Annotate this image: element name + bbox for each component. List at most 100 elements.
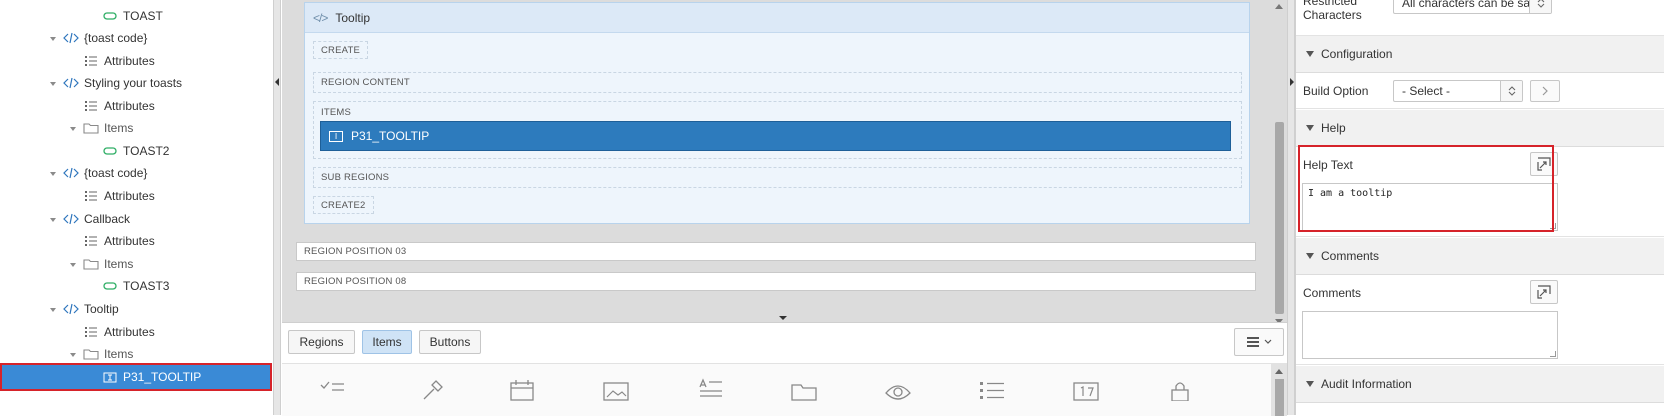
folder-icon bbox=[83, 347, 99, 361]
checkbox-list-icon[interactable] bbox=[318, 377, 346, 401]
tree-node-toast[interactable]: TOAST bbox=[102, 6, 163, 26]
section-configuration[interactable]: Configuration bbox=[1296, 36, 1664, 73]
number-field-icon[interactable] bbox=[1072, 377, 1100, 401]
position-create2[interactable]: CREATE2 bbox=[313, 196, 374, 214]
tree-node-toast2[interactable]: TOAST2 bbox=[102, 141, 169, 161]
collapse-arrow-icon[interactable] bbox=[68, 124, 78, 134]
section-audit-information[interactable]: Audit Information bbox=[1296, 366, 1664, 403]
tree-node-styling-your-toasts[interactable]: Styling your toasts bbox=[63, 73, 182, 93]
collapse-arrow-icon[interactable] bbox=[48, 79, 58, 89]
text-field-icon: I bbox=[329, 130, 343, 142]
color-picker-icon[interactable] bbox=[418, 377, 446, 401]
spinner-icon bbox=[1529, 0, 1551, 13]
collapse-triangle-icon bbox=[1306, 51, 1314, 57]
position-region-content[interactable]: REGION CONTENT bbox=[313, 72, 1242, 93]
folder-icon[interactable] bbox=[790, 377, 818, 401]
tree-node-label: TOAST2 bbox=[123, 144, 170, 158]
tree-node-items[interactable]: Items bbox=[83, 254, 133, 274]
hidden-icon[interactable] bbox=[884, 377, 912, 401]
code-icon bbox=[63, 76, 79, 90]
build-option-go-button[interactable] bbox=[1530, 80, 1560, 102]
date-picker-icon[interactable] bbox=[508, 377, 536, 401]
region-position-03[interactable]: REGION POSITION 03 bbox=[296, 242, 1256, 261]
item-p31-tooltip[interactable]: I P31_TOOLTIP bbox=[320, 121, 1231, 151]
property-label: Restricted Characters bbox=[1303, 0, 1362, 22]
gallery-scrollbar[interactable] bbox=[1271, 363, 1287, 416]
spinner-icon bbox=[1500, 81, 1522, 101]
scroll-up-arrow-icon[interactable] bbox=[1275, 369, 1283, 374]
tree-node-attributes[interactable]: Attributes bbox=[83, 231, 155, 251]
property-label: Build Option bbox=[1303, 84, 1369, 98]
text-field-icon bbox=[102, 370, 118, 384]
tree-node-label: Items bbox=[104, 257, 134, 271]
textarea-value: I am a tooltip bbox=[1308, 188, 1393, 199]
tree-node-attributes[interactable]: Attributes bbox=[83, 186, 155, 206]
component-tree[interactable]: TOAST {toast code} Attributes Styling yo… bbox=[0, 0, 274, 415]
collapse-left-arrow-icon[interactable] bbox=[275, 78, 279, 86]
tree-node-attributes[interactable]: Attributes bbox=[83, 51, 155, 71]
scroll-up-arrow-icon[interactable] bbox=[1275, 4, 1283, 9]
right-splitter[interactable] bbox=[1287, 0, 1295, 415]
collapse-triangle-icon bbox=[1306, 381, 1314, 387]
position-label: ITEMS bbox=[321, 107, 352, 118]
tree-node-label: Attributes bbox=[104, 54, 155, 68]
tree-node-tooltip[interactable]: Tooltip bbox=[63, 299, 119, 319]
left-splitter[interactable] bbox=[273, 0, 281, 415]
tree-node-toast-code[interactable]: {toast code} bbox=[63, 28, 147, 48]
tab-buttons[interactable]: Buttons bbox=[419, 330, 481, 354]
scrollbar-thumb[interactable] bbox=[1275, 122, 1284, 314]
tree-node-callback[interactable]: Callback bbox=[63, 209, 130, 229]
list-icon bbox=[83, 54, 99, 68]
tree-node-p31-tooltip-selected[interactable]: P31_TOOLTIP bbox=[0, 363, 272, 391]
collapse-arrow-icon[interactable] bbox=[48, 305, 58, 315]
image-icon[interactable] bbox=[602, 377, 630, 401]
region-position-08[interactable]: REGION POSITION 08 bbox=[296, 272, 1256, 291]
collapse-arrow-icon[interactable] bbox=[48, 34, 58, 44]
tree-node-items[interactable]: Items bbox=[83, 344, 133, 364]
comments-expand-button[interactable] bbox=[1530, 280, 1558, 304]
collapse-arrow-icon[interactable] bbox=[68, 260, 78, 270]
region-header[interactable]: </> Tooltip bbox=[305, 3, 1249, 33]
collapse-triangle-icon bbox=[1306, 125, 1314, 131]
region-tooltip[interactable]: </> Tooltip CREATE REGION CONTENT ITEMS … bbox=[304, 2, 1250, 224]
code-icon bbox=[63, 31, 79, 45]
scrollbar-thumb[interactable] bbox=[1275, 379, 1284, 416]
help-text-expand-button[interactable] bbox=[1530, 152, 1558, 176]
list-icon[interactable] bbox=[978, 377, 1006, 401]
resize-handle-icon[interactable] bbox=[1550, 223, 1556, 229]
build-option-select[interactable]: - Select - bbox=[1393, 80, 1523, 102]
position-label: REGION CONTENT bbox=[321, 77, 410, 88]
tree-node-attributes[interactable]: Attributes bbox=[83, 96, 155, 116]
position-create[interactable]: CREATE bbox=[313, 41, 369, 59]
tab-items[interactable]: Items bbox=[362, 330, 412, 354]
property-row-restricted-characters: Restricted Characters All characters can… bbox=[1296, 0, 1664, 36]
help-text-textarea[interactable]: I am a tooltip bbox=[1302, 183, 1558, 231]
position-sub-regions[interactable]: SUB REGIONS bbox=[313, 167, 1242, 188]
tree-node-toast-code[interactable]: {toast code} bbox=[63, 163, 147, 183]
layout-vertical-scrollbar[interactable] bbox=[1271, 0, 1287, 330]
restricted-characters-select[interactable]: All characters can be sav bbox=[1393, 0, 1552, 14]
password-icon[interactable] bbox=[1166, 377, 1194, 402]
collapse-arrow-icon[interactable] bbox=[68, 350, 78, 360]
text-area-icon[interactable] bbox=[696, 377, 724, 401]
property-row-build-option: Build Option - Select - bbox=[1296, 73, 1664, 109]
collapse-gallery-arrow-icon[interactable] bbox=[779, 316, 787, 320]
tree-node-label: Callback bbox=[84, 212, 131, 226]
tab-regions[interactable]: Regions bbox=[288, 330, 355, 354]
layout-canvas[interactable]: </> Tooltip CREATE REGION CONTENT ITEMS … bbox=[282, 0, 1287, 330]
tree-node-toast3[interactable]: TOAST3 bbox=[102, 276, 169, 296]
comments-textarea[interactable] bbox=[1302, 311, 1558, 359]
tree-node-attributes[interactable]: Attributes bbox=[83, 322, 155, 342]
collapse-arrow-icon[interactable] bbox=[48, 169, 58, 179]
section-title: Help bbox=[1321, 121, 1346, 135]
collapse-right-arrow-icon[interactable] bbox=[1290, 78, 1294, 86]
collapse-arrow-icon[interactable] bbox=[48, 215, 58, 225]
tree-node-label: Items bbox=[104, 121, 134, 135]
tree-node-items[interactable]: Items bbox=[83, 118, 133, 138]
resize-handle-icon[interactable] bbox=[1550, 351, 1556, 357]
code-icon: </> bbox=[313, 10, 328, 25]
gallery-menu-button[interactable] bbox=[1234, 328, 1284, 356]
section-help[interactable]: Help bbox=[1296, 110, 1664, 147]
tree-node-label: Styling your toasts bbox=[84, 76, 183, 90]
section-comments[interactable]: Comments bbox=[1296, 238, 1664, 275]
